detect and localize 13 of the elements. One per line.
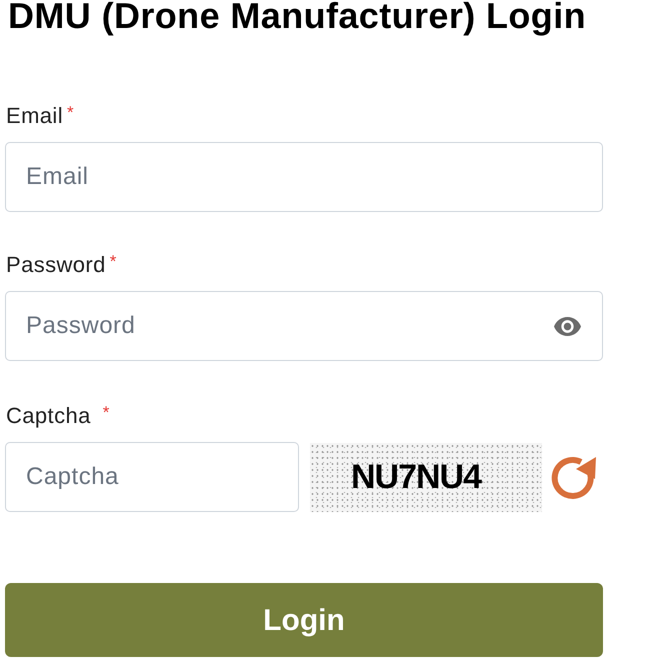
eye-icon[interactable] bbox=[554, 317, 581, 336]
email-field[interactable]: Email bbox=[5, 142, 603, 212]
password-field[interactable]: Password bbox=[5, 291, 603, 361]
page-title: DMU (Drone Manufacturer) Login bbox=[8, 0, 586, 36]
login-button[interactable]: Login bbox=[5, 583, 603, 657]
field-label: Password bbox=[6, 251, 106, 279]
required-asterisk: * bbox=[110, 251, 116, 273]
captcha-field[interactable]: Captcha bbox=[5, 442, 299, 512]
field-label: Email bbox=[6, 102, 64, 130]
field-label: Captcha bbox=[6, 402, 91, 430]
required-asterisk: * bbox=[102, 402, 110, 424]
captcha-image: NU7NU4 bbox=[310, 442, 542, 512]
required-asterisk: * bbox=[67, 102, 74, 124]
